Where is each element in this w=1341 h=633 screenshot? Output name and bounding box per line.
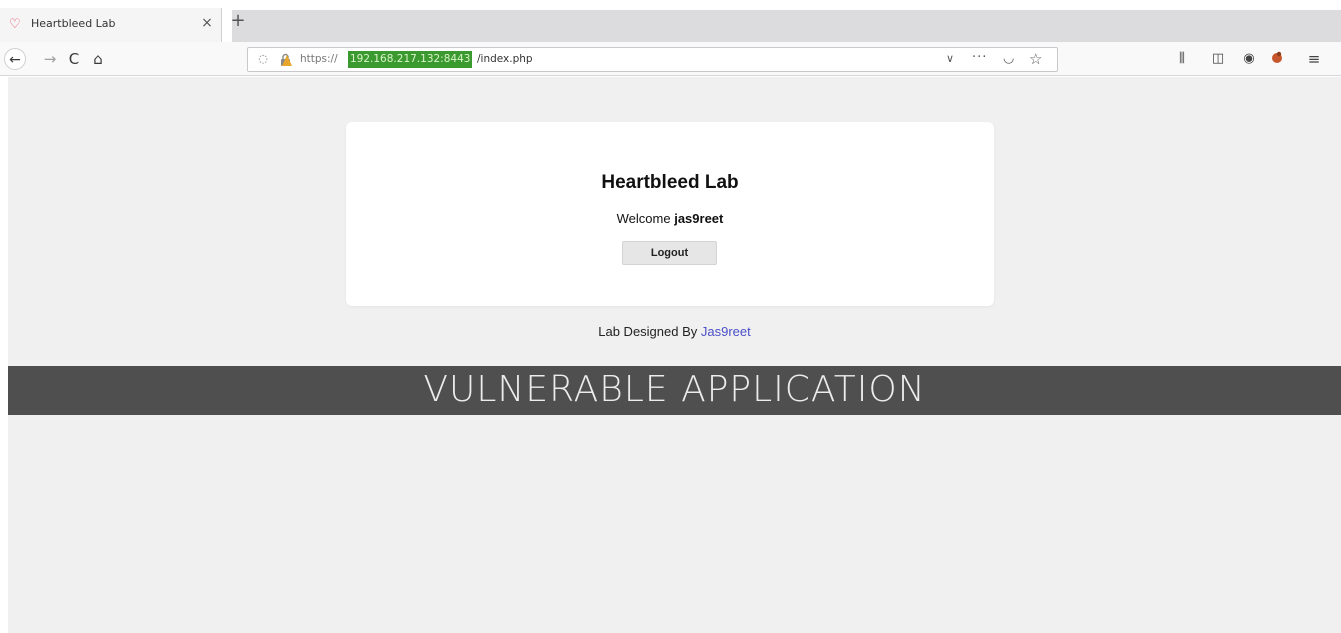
heart-icon: ♡ bbox=[9, 17, 21, 32]
reload-button[interactable]: C bbox=[63, 48, 85, 70]
logout-button[interactable]: Logout bbox=[622, 241, 717, 265]
url-bar[interactable]: ◌ https:// 192.168.217.132:8443 /index.p… bbox=[247, 47, 1058, 72]
chevron-down-icon[interactable]: ∨ bbox=[946, 52, 954, 65]
credit-line: Lab Designed By Jas9reet bbox=[598, 324, 751, 339]
more-actions-icon[interactable]: ··· bbox=[972, 50, 987, 65]
username: jas9reet bbox=[674, 211, 724, 226]
navigation-bar: ← → C ⌂ ◌ https:// 192.168.217.132:8443 … bbox=[0, 42, 1341, 76]
sidebar-icon[interactable]: ◫ bbox=[1209, 50, 1227, 68]
tab-strip: ♡ Heartbleed Lab × + bbox=[0, 0, 1341, 42]
url-host: 192.168.217.132:8443 bbox=[348, 51, 473, 68]
insecure-lock-icon[interactable] bbox=[279, 52, 293, 66]
welcome-message: Welcome jas9reet bbox=[616, 211, 724, 226]
author-link[interactable]: Jas9reet bbox=[701, 324, 751, 339]
vulnerable-application-banner: VULNERABLE APPLICATION bbox=[8, 366, 1341, 415]
extension-icon[interactable] bbox=[1268, 50, 1286, 68]
forward-button[interactable]: → bbox=[39, 48, 61, 70]
url-scheme: https:// bbox=[300, 53, 338, 65]
tab-title: Heartbleed Lab bbox=[31, 17, 116, 30]
bookmark-star-icon[interactable]: ☆ bbox=[1029, 50, 1042, 68]
hamburger-menu-icon[interactable]: ≡ bbox=[1305, 50, 1323, 68]
page-title: Heartbleed Lab bbox=[601, 172, 739, 193]
login-card: Heartbleed Lab Welcome jas9reet Logout bbox=[346, 122, 994, 306]
url-path: /index.php bbox=[477, 53, 533, 65]
tab-heartbleed-lab[interactable]: ♡ Heartbleed Lab × bbox=[0, 8, 222, 42]
pocket-icon[interactable]: ◡ bbox=[1003, 51, 1014, 66]
page-content: Heartbleed Lab Welcome jas9reet Logout L… bbox=[8, 77, 1341, 633]
back-button[interactable]: ← bbox=[4, 48, 26, 70]
browser-window: ♡ Heartbleed Lab × + ← → C ⌂ ◌ https:// … bbox=[0, 0, 1341, 633]
account-icon[interactable]: ◉ bbox=[1240, 50, 1258, 68]
new-tab-button[interactable]: + bbox=[228, 12, 248, 32]
home-button[interactable]: ⌂ bbox=[87, 48, 109, 70]
close-tab-icon[interactable]: × bbox=[199, 15, 215, 31]
banner-text: VULNERABLE APPLICATION bbox=[423, 369, 926, 410]
tracking-shield-icon[interactable]: ◌ bbox=[256, 52, 270, 66]
library-icon[interactable]: ⫼ bbox=[1173, 50, 1191, 68]
